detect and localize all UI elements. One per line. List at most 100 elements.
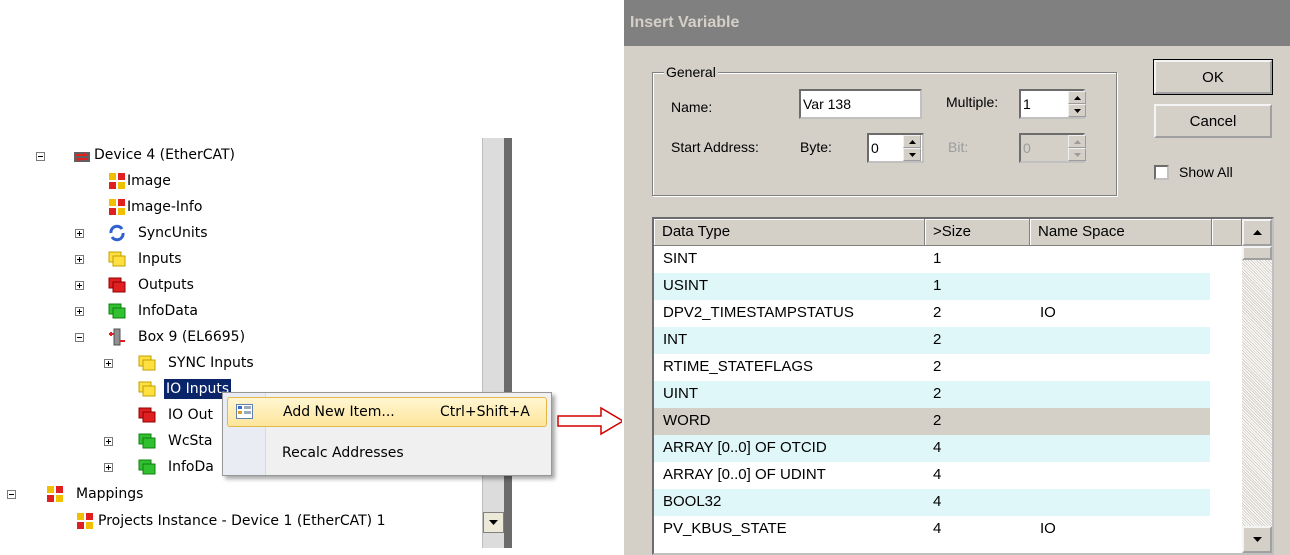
stepper-down-button[interactable] [903, 148, 921, 161]
data-type-cell: ARRAY [0..0] OF UDINT [663, 466, 826, 483]
menu-item-shortcut: Ctrl+Shift+A [440, 404, 530, 420]
tree-item-projects-instance[interactable]: Projects Instance - Device 1 (EtherCAT) … [96, 511, 388, 531]
name-label: Name: [671, 99, 713, 115]
chevron-down-icon [489, 520, 498, 525]
context-menu: Add New Item... Ctrl+Shift+A Recalc Addr… [222, 392, 552, 476]
byte-label: Byte: [800, 139, 832, 155]
stepper-up-button [1068, 135, 1086, 148]
table-row[interactable]: ARRAY [0..0] OF OTCID 4 [654, 435, 1210, 462]
tree-item-image[interactable]: Image [125, 171, 173, 191]
expand-syncunits-toggle[interactable] [75, 229, 84, 238]
name-space-cell: IO [1040, 304, 1056, 321]
expand-inputs-toggle[interactable] [75, 255, 84, 264]
show-all-checkbox[interactable] [1154, 165, 1169, 180]
data-type-cell: PV_KBUS_STATE [663, 520, 787, 537]
outputs-icon [108, 277, 126, 293]
column-header-name-space[interactable]: Name Space [1030, 219, 1212, 246]
table-row[interactable]: SINT 1 [654, 246, 1210, 273]
image-icon [109, 173, 125, 189]
menu-item-label: Recalc Addresses [282, 445, 404, 461]
table-row[interactable]: ARRAY [0..0] OF UDINT 4 [654, 462, 1210, 489]
chevron-down-icon [908, 152, 916, 157]
size-cell: 2 [933, 358, 942, 375]
cancel-button[interactable]: Cancel [1154, 104, 1272, 138]
data-type-list[interactable]: Data Type >Size Name Space SINT 1 USINT 1 DP… [652, 217, 1274, 555]
tree-item-outputs[interactable]: Outputs [136, 275, 196, 295]
tree-item-infodata[interactable]: InfoData [136, 301, 200, 321]
add-item-icon [236, 404, 253, 419]
size-cell: 4 [933, 466, 942, 483]
infodata-icon [138, 459, 156, 475]
inputs-icon [108, 251, 126, 267]
tree-item-box-infodata[interactable]: InfoDa [166, 457, 216, 477]
data-type-cell: BOOL32 [663, 493, 722, 510]
inputs-icon [138, 381, 156, 397]
tree-item-device-4[interactable]: Device 4 (EtherCAT) [92, 145, 237, 165]
table-row[interactable]: USINT 1 [654, 273, 1210, 300]
table-row[interactable]: UINT 2 [654, 381, 1210, 408]
image-info-icon [109, 199, 125, 215]
table-row[interactable]: PV_KBUS_STATE 4 IO [654, 516, 1210, 543]
expand-sync-inputs-toggle[interactable] [104, 359, 113, 368]
tree-item-syncunits[interactable]: SyncUnits [136, 223, 210, 243]
chevron-down-icon [1073, 108, 1081, 113]
stepper-up-button[interactable] [1068, 91, 1086, 104]
collapse-device-4-toggle[interactable] [36, 152, 45, 161]
menu-item-add-new-item[interactable]: Add New Item... Ctrl+Shift+A [227, 397, 547, 427]
ok-button[interactable]: OK [1153, 59, 1273, 95]
data-type-cell: DPV2_TIMESTAMPSTATUS [663, 304, 854, 321]
expand-outputs-toggle[interactable] [75, 281, 84, 290]
multiple-stepper[interactable] [1068, 91, 1086, 117]
expand-wcstate-toggle[interactable] [104, 437, 113, 446]
byte-stepper[interactable] [903, 135, 921, 161]
bit-label: Bit: [948, 139, 969, 155]
table-row[interactable]: RTIME_STATEFLAGS 2 [654, 354, 1210, 381]
bit-stepper [1068, 135, 1086, 161]
tree-item-box-9[interactable]: Box 9 (EL6695) [136, 327, 247, 347]
data-type-cell: USINT [663, 277, 708, 294]
column-header-data-type[interactable]: Data Type [654, 219, 925, 246]
menu-item-recalc-addresses[interactable]: Recalc Addresses [227, 438, 547, 468]
tree-item-io-outputs[interactable]: IO Out [166, 405, 215, 425]
chevron-up-icon [908, 139, 916, 144]
stepper-down-button[interactable] [1068, 104, 1086, 117]
tree-item-mappings[interactable]: Mappings [74, 484, 145, 504]
collapse-mappings-toggle[interactable] [7, 490, 16, 499]
menu-item-label: Add New Item... [283, 404, 395, 420]
tree-scrollbar[interactable] [482, 138, 505, 548]
ethercat-device-icon [74, 152, 90, 162]
start-address-label: Start Address: [671, 139, 759, 155]
tree-item-inputs[interactable]: Inputs [136, 249, 184, 269]
collapse-box-9-toggle[interactable] [75, 333, 84, 342]
size-cell: 2 [933, 412, 942, 429]
table-row[interactable]: BOOL32 4 [654, 489, 1210, 516]
data-type-cell: ARRAY [0..0] OF OTCID [663, 439, 827, 456]
stepper-up-button[interactable] [903, 135, 921, 148]
tree-item-wcstate[interactable]: WcSta [166, 431, 215, 451]
data-type-cell: WORD [663, 412, 711, 429]
tree-scroll-down-button[interactable] [483, 512, 504, 533]
list-scrollbar[interactable] [1242, 219, 1272, 553]
column-header-size[interactable]: >Size [925, 219, 1030, 246]
tree-item-image-info[interactable]: Image-Info [125, 197, 204, 217]
table-row[interactable]: DPV2_TIMESTAMPSTATUS 2 IO [654, 300, 1210, 327]
chevron-up-icon [1252, 230, 1262, 235]
list-scroll-thumb[interactable] [1242, 246, 1272, 260]
list-scroll-down-button[interactable] [1242, 526, 1272, 553]
tree-scrollbar-edge [504, 138, 512, 548]
column-header-filler [1212, 219, 1242, 246]
name-input[interactable]: Var 138 [799, 89, 922, 119]
insert-variable-dialog: Insert Variable General Name: Var 138 Mu… [622, 0, 1290, 555]
tree-item-sync-inputs[interactable]: SYNC Inputs [166, 353, 256, 373]
table-row[interactable]: INT 2 [654, 327, 1210, 354]
expand-infodata-toggle[interactable] [75, 307, 84, 316]
size-cell: 1 [933, 250, 942, 267]
inputs-icon [138, 355, 156, 371]
list-scroll-up-button[interactable] [1242, 219, 1272, 246]
size-cell: 4 [933, 439, 942, 456]
table-row[interactable]: WORD 2 [654, 408, 1210, 435]
name-space-cell: IO [1040, 520, 1056, 537]
expand-box-infodata-toggle[interactable] [104, 463, 113, 472]
dialog-title-bar[interactable]: Insert Variable [624, 0, 1290, 46]
size-cell: 1 [933, 277, 942, 294]
